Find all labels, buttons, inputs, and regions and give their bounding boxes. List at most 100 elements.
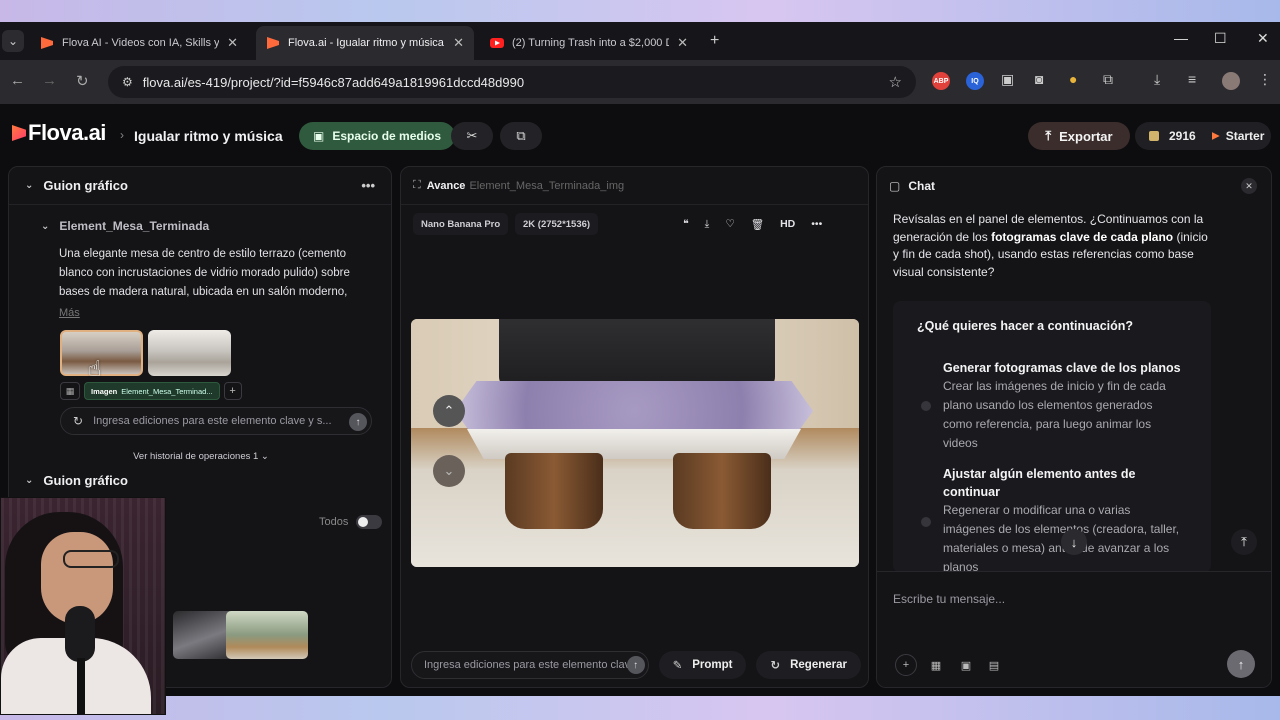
more-options-icon[interactable]: •••: [811, 218, 822, 230]
reload-icon[interactable]: ↻: [76, 72, 89, 90]
element-thumbnail[interactable]: [148, 330, 231, 376]
storyboard-header[interactable]: ⌄ Guion gráfico •••: [9, 167, 391, 205]
site-settings-icon[interactable]: ⚙: [122, 75, 133, 89]
chevron-down-icon[interactable]: ⌄: [41, 221, 49, 232]
chevron-down-icon[interactable]: ⌄: [25, 475, 33, 486]
previous-image-button[interactable]: ⌃: [433, 395, 465, 427]
scissors-button[interactable]: ✂: [451, 122, 493, 150]
add-tag-button[interactable]: +: [223, 382, 242, 400]
more-options-icon[interactable]: •••: [361, 178, 375, 193]
all-toggle-row[interactable]: Todos: [319, 515, 383, 529]
preview-header: ⛶ Avance Element_Mesa_Terminada_img: [401, 167, 868, 205]
prompt-button[interactable]: ✎ Prompt: [658, 651, 747, 679]
storyboard-title: Guion gráfico: [43, 178, 128, 193]
address-bar[interactable]: ⚙ flova.ai/es-419/project/?id=f5946c87ad…: [108, 66, 916, 98]
regenerate-button[interactable]: ↻ Regenerar: [756, 651, 861, 679]
chat-composer[interactable]: Escribe tu mensaje... + ▦ ▣ ▤ ↑: [877, 571, 1271, 687]
media-control-icon[interactable]: ≡: [1188, 71, 1196, 87]
image-tag[interactable]: Imagen Element_Mesa_Terminad...: [84, 382, 220, 400]
media-space-button[interactable]: ▣ Espacio de medios: [299, 122, 456, 150]
download-icon[interactable]: ⤓: [705, 218, 710, 231]
close-icon[interactable]: ✕: [1241, 178, 1257, 194]
library-icon[interactable]: ▤: [983, 654, 1005, 676]
camera-extension-icon[interactable]: ◙: [1035, 71, 1043, 87]
element-name: Element_Mesa_Terminada: [59, 219, 210, 233]
scroll-down-button[interactable]: ↓: [1061, 529, 1087, 555]
browser-menu-icon[interactable]: ⋮: [1258, 71, 1272, 88]
scissors-icon: ✂: [466, 128, 478, 143]
microphone: [65, 606, 95, 662]
grid-icon[interactable]: ▦: [925, 654, 947, 676]
option-radio[interactable]: [921, 517, 931, 527]
preview-toolbar: ❝ ⤓ ♡ 🗑 HD •••: [683, 213, 822, 235]
composer-placeholder: Escribe tu mensaje...: [893, 592, 1006, 606]
adblock-extension-icon[interactable]: ABP: [932, 72, 950, 90]
add-attachment-button[interactable]: +: [895, 654, 917, 676]
option-title: Generar fotogramas clave de los planos: [943, 361, 1181, 375]
url-text[interactable]: flova.ai/es-419/project/?id=f5946c87add6…: [143, 75, 524, 90]
element-tag-row: ▦ Imagen Element_Mesa_Terminad... +: [60, 382, 242, 400]
more-link[interactable]: Más: [59, 307, 80, 319]
preview-bottom-bar: Ingresa ediciones para este elemento cla…: [411, 651, 861, 679]
tab-flova-ai[interactable]: Flova AI - Videos con IA, Skills y flujo…: [30, 26, 248, 60]
new-tab-button[interactable]: +: [710, 32, 719, 50]
brand-logo[interactable]: Flova.ai: [12, 120, 106, 146]
quote-icon[interactable]: ❝: [683, 218, 689, 230]
preview-image[interactable]: ⌃ ⌄: [411, 319, 859, 567]
option-radio[interactable]: [921, 401, 931, 411]
close-icon[interactable]: ✕: [227, 35, 238, 51]
tab-flova-project[interactable]: Flova.ai - Igualar ritmo y música ✕: [256, 26, 474, 60]
grid-icon[interactable]: ▦: [60, 382, 80, 400]
option-generate-keyframes[interactable]: Generar fotogramas clave de los planos C…: [943, 359, 1183, 453]
all-toggle-switch[interactable]: [356, 515, 383, 529]
element-thumbnail-selected[interactable]: [60, 330, 143, 376]
extension-icon[interactable]: IQ: [966, 72, 984, 90]
maximize-icon[interactable]: ☐: [1214, 30, 1227, 47]
media-icon[interactable]: ▣: [955, 654, 977, 676]
model-chip[interactable]: Nano Banana Pro: [413, 213, 509, 235]
assistant-message: Revísalas en el panel de elementos. ¿Con…: [893, 211, 1213, 281]
tab-search-button[interactable]: ⌄: [2, 30, 24, 52]
minimize-icon[interactable]: —: [1174, 30, 1188, 46]
trash-icon[interactable]: 🗑: [751, 218, 764, 231]
send-arrow-icon[interactable]: ↑: [349, 413, 367, 431]
storyboard-section-title: Guion gráfico: [43, 473, 128, 488]
profile-avatar[interactable]: [1222, 72, 1240, 90]
option-title: Ajustar algún elemento antes de continua…: [943, 467, 1136, 499]
storyboard-section-header[interactable]: ⌄ Guion gráfico: [25, 473, 128, 488]
back-icon[interactable]: ←: [10, 72, 25, 89]
copy-button[interactable]: ⧉: [500, 122, 542, 150]
export-button[interactable]: ⤒ Exportar: [1028, 122, 1130, 150]
tab-youtube[interactable]: (2) Turning Trash into a $2,000 Design ✕: [480, 26, 698, 60]
send-arrow-icon[interactable]: ↑: [626, 656, 645, 674]
screenshot-extension-icon[interactable]: ▣: [1001, 71, 1014, 88]
heart-icon[interactable]: ♡: [725, 218, 734, 230]
chevron-down-icon[interactable]: ⌄: [25, 180, 33, 191]
bookmark-star-icon[interactable]: ☆: [889, 73, 902, 91]
download-icon[interactable]: ⤓: [1154, 71, 1160, 88]
credits-badge[interactable]: 2916 Starter: [1135, 122, 1271, 150]
extensions-puzzle-icon[interactable]: ⧉: [1103, 71, 1113, 88]
chat-bubble-icon: ▢: [889, 179, 901, 193]
shot-thumbnail[interactable]: [226, 611, 308, 659]
close-icon[interactable]: ✕: [453, 35, 464, 51]
element-header[interactable]: ⌄ Element_Mesa_Terminada: [41, 219, 209, 233]
option-adjust-element[interactable]: Ajustar algún elemento antes de continua…: [943, 465, 1183, 573]
preview-title: Avance: [426, 179, 466, 192]
hd-button[interactable]: HD: [780, 218, 795, 230]
send-button[interactable]: ↑: [1227, 650, 1255, 678]
preview-edit-input[interactable]: Ingresa ediciones para este elemento cla…: [411, 651, 649, 679]
history-link[interactable]: Ver historial de operaciones 1 ⌄: [9, 451, 391, 462]
all-toggle-label: Todos: [319, 516, 349, 528]
scroll-top-button[interactable]: ⤒: [1231, 529, 1257, 555]
color-extension-icon[interactable]: ●: [1069, 71, 1077, 87]
close-icon[interactable]: ✕: [677, 35, 688, 51]
next-image-button[interactable]: ⌄: [433, 455, 465, 487]
window-close-icon[interactable]: ✕: [1257, 30, 1269, 47]
tab-title: Flova.ai - Igualar ritmo y música: [288, 37, 444, 49]
webcam-overlay: [0, 497, 166, 715]
element-edit-input[interactable]: ↻ Ingresa ediciones para este elemento c…: [60, 407, 372, 435]
resolution-chip[interactable]: 2K (2752*1536): [515, 213, 599, 235]
project-title[interactable]: Igualar ritmo y música: [134, 128, 283, 144]
forward-icon[interactable]: →: [42, 72, 57, 89]
